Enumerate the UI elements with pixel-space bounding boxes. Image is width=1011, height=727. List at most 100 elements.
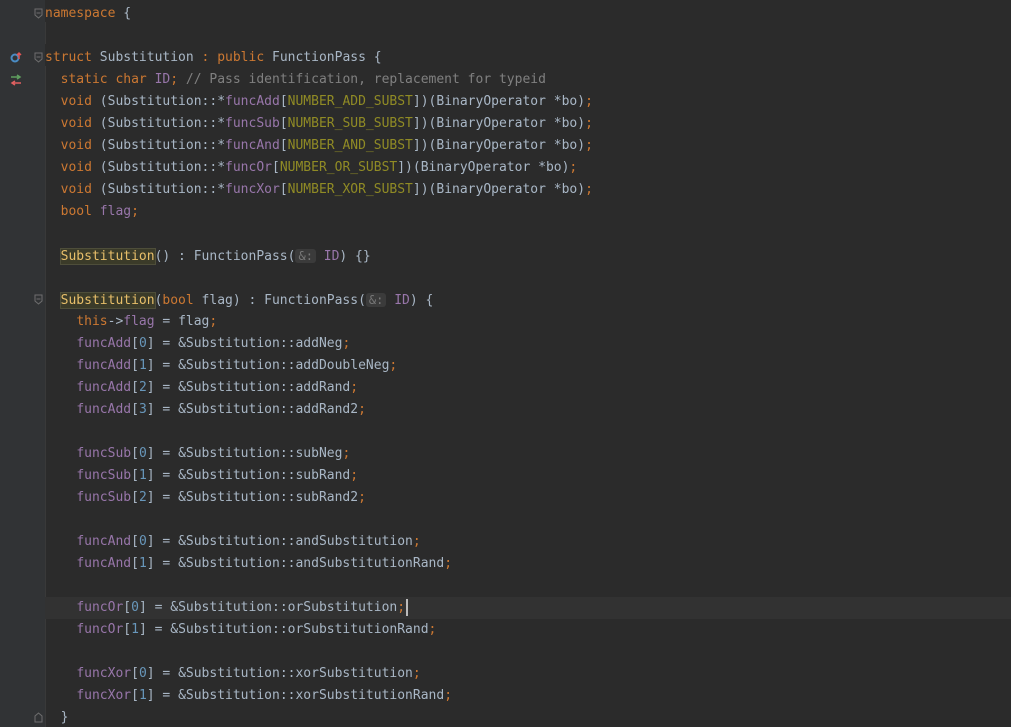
code-line[interactable]: funcSub[2] = &Substitution::subRand2; bbox=[45, 487, 1011, 509]
code-token: (Substitution::* bbox=[91, 94, 226, 109]
code-line[interactable]: funcAdd[0] = &Substitution::addNeg; bbox=[45, 333, 1011, 355]
code-token: public bbox=[217, 50, 265, 65]
code-editor[interactable]: namespace { struct Substitution : public … bbox=[0, 0, 1011, 727]
fold-marker-icon[interactable] bbox=[34, 294, 43, 305]
code-token: ] = &Substitution::orSubstitution bbox=[138, 600, 398, 615]
code-token: bool bbox=[162, 293, 194, 308]
code-line[interactable]: funcAdd[2] = &Substitution::addRand; bbox=[45, 377, 1011, 399]
code-token: [ bbox=[279, 94, 288, 109]
code-line[interactable]: void (Substitution::*funcAnd[NUMBER_AND_… bbox=[45, 135, 1011, 157]
code-token: FunctionPass { bbox=[264, 50, 382, 65]
code-token: ; bbox=[350, 468, 359, 483]
code-token: void bbox=[60, 182, 92, 197]
code-token: NUMBER_XOR_SUBST bbox=[287, 182, 413, 197]
code-line[interactable]: Substitution(bool flag) : FunctionPass(&… bbox=[45, 289, 1011, 311]
code-token: { bbox=[115, 6, 132, 21]
code-token: funcAdd bbox=[76, 380, 132, 395]
code-token: ; bbox=[170, 72, 179, 87]
implementation-arrows-icon[interactable] bbox=[9, 73, 23, 87]
code-line[interactable]: Substitution() : FunctionPass(&: ID) {} bbox=[45, 245, 1011, 267]
code-line[interactable]: struct Substitution : public FunctionPas… bbox=[45, 47, 1011, 69]
code-token: ) { bbox=[409, 293, 434, 308]
code-line[interactable]: this->flag = flag; bbox=[45, 311, 1011, 333]
code-token: (Substitution::* bbox=[91, 182, 226, 197]
code-token: 1 bbox=[138, 468, 147, 483]
code-line[interactable] bbox=[45, 267, 1011, 289]
code-token: } bbox=[45, 710, 69, 725]
code-line[interactable]: funcSub[1] = &Substitution::subRand; bbox=[45, 465, 1011, 487]
code-token: [ bbox=[279, 138, 288, 153]
code-line[interactable]: funcOr[0] = &Substitution::orSubstitutio… bbox=[45, 597, 1011, 619]
code-line[interactable] bbox=[45, 421, 1011, 443]
code-token: 0 bbox=[138, 336, 147, 351]
code-line[interactable]: static char ID; // Pass identification, … bbox=[45, 69, 1011, 91]
code-token: funcAdd bbox=[76, 402, 132, 417]
code-line[interactable]: void (Substitution::*funcOr[NUMBER_OR_SU… bbox=[45, 157, 1011, 179]
code-line[interactable]: funcAdd[3] = &Substitution::addRand2; bbox=[45, 399, 1011, 421]
code-line[interactable] bbox=[45, 509, 1011, 531]
code-line[interactable]: funcAnd[0] = &Substitution::andSubstitut… bbox=[45, 531, 1011, 553]
code-line[interactable] bbox=[45, 25, 1011, 47]
code-line[interactable] bbox=[45, 575, 1011, 597]
code-token: char bbox=[115, 72, 147, 87]
code-line[interactable]: void (Substitution::*funcSub[NUMBER_SUB_… bbox=[45, 113, 1011, 135]
code-token: funcOr bbox=[76, 622, 124, 637]
code-token: funcXor bbox=[76, 688, 132, 703]
code-token: ; bbox=[350, 380, 359, 395]
code-token: NUMBER_ADD_SUBST bbox=[287, 94, 413, 109]
code-token: funcSub bbox=[76, 468, 132, 483]
code-token: funcAnd bbox=[76, 556, 132, 571]
code-token: funcSub bbox=[225, 116, 280, 131]
editor-gutter[interactable] bbox=[0, 0, 45, 727]
code-line[interactable]: } bbox=[45, 707, 1011, 727]
code-line[interactable]: funcXor[1] = &Substitution::xorSubstitut… bbox=[45, 685, 1011, 707]
code-token: [ bbox=[131, 534, 139, 549]
override-marker-icon[interactable] bbox=[9, 51, 23, 65]
code-token: 0 bbox=[138, 666, 147, 681]
code-token: funcAdd bbox=[76, 358, 132, 373]
code-line[interactable] bbox=[45, 223, 1011, 245]
code-token: ] = &Substitution::addRand2 bbox=[146, 402, 359, 417]
code-token: ; bbox=[358, 402, 366, 417]
fold-marker-icon[interactable] bbox=[34, 52, 43, 63]
code-line[interactable]: funcOr[1] = &Substitution::orSubstitutio… bbox=[45, 619, 1011, 641]
code-token: ; bbox=[209, 314, 218, 329]
code-line[interactable]: funcAdd[1] = &Substitution::addDoubleNeg… bbox=[45, 355, 1011, 377]
code-line[interactable]: void (Substitution::*funcXor[NUMBER_XOR_… bbox=[45, 179, 1011, 201]
code-token: [ bbox=[131, 490, 139, 505]
code-token: () : FunctionPass( bbox=[154, 249, 296, 264]
code-token: void bbox=[60, 160, 92, 175]
code-line[interactable]: funcSub[0] = &Substitution::subNeg; bbox=[45, 443, 1011, 465]
code-token: ] = &Substitution::orSubstitutionRand bbox=[138, 622, 429, 637]
code-line[interactable]: funcXor[0] = &Substitution::xorSubstitut… bbox=[45, 663, 1011, 685]
code-token: [ bbox=[123, 600, 132, 615]
fold-marker-icon[interactable] bbox=[34, 712, 43, 723]
code-token: ; bbox=[412, 534, 421, 549]
code-token: ])(BinaryOperator *bo) bbox=[412, 116, 586, 131]
code-token: [ bbox=[131, 358, 139, 373]
code-line[interactable] bbox=[45, 641, 1011, 663]
code-line[interactable]: void (Substitution::*funcAdd[NUMBER_ADD_… bbox=[45, 91, 1011, 113]
code-token: ; bbox=[585, 116, 593, 131]
code-line[interactable]: namespace { bbox=[45, 3, 1011, 25]
code-token: ])(BinaryOperator *bo) bbox=[397, 160, 570, 175]
code-token: -> bbox=[107, 314, 124, 329]
code-line[interactable]: bool flag; bbox=[45, 201, 1011, 223]
code-token: void bbox=[60, 116, 92, 131]
code-token: [ bbox=[131, 336, 139, 351]
fold-marker-icon[interactable] bbox=[34, 8, 43, 19]
code-token: ] = &Substitution::subRand bbox=[146, 468, 351, 483]
code-token: (Substitution::* bbox=[91, 138, 226, 153]
code-line[interactable]: funcAnd[1] = &Substitution::andSubstitut… bbox=[45, 553, 1011, 575]
code-token: 2 bbox=[138, 490, 147, 505]
